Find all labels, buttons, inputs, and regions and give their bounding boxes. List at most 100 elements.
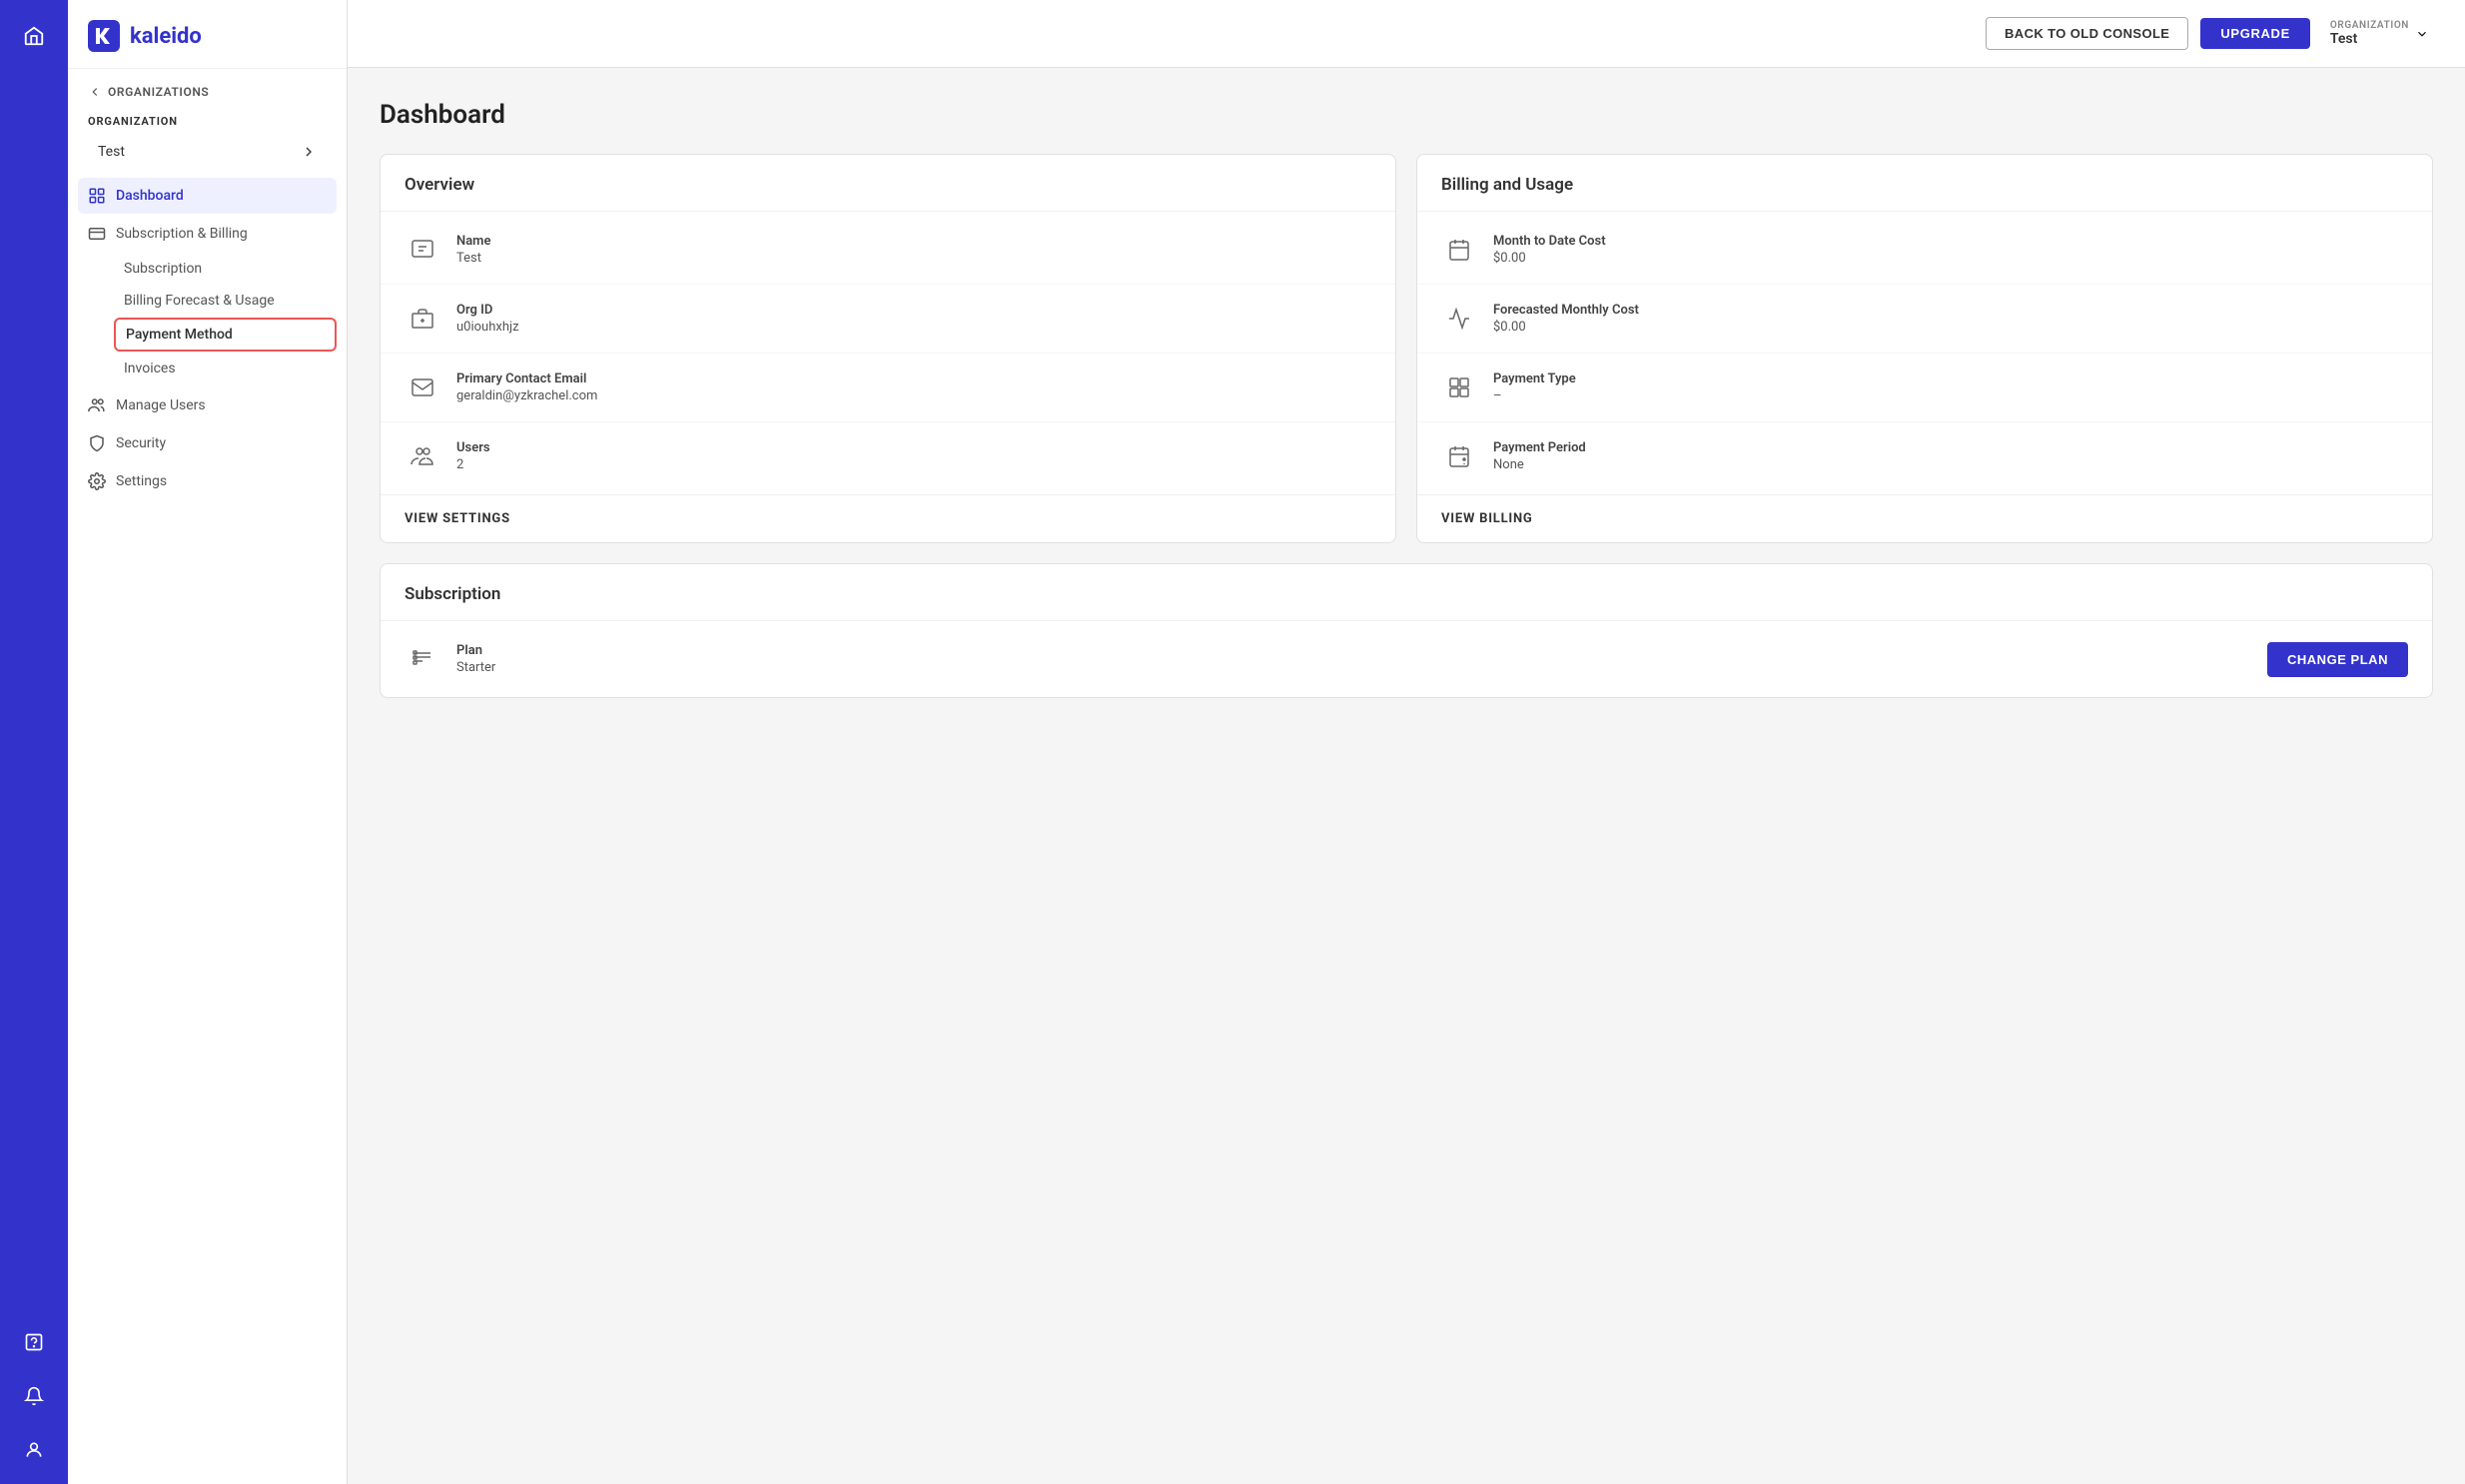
notifications-icon[interactable] [16, 1378, 52, 1414]
overview-card: Overview Name Test [380, 154, 1396, 543]
users-info: Users 2 [456, 440, 490, 472]
users-icon [88, 396, 106, 414]
billing-payment-type-row: Payment Type – [1417, 354, 2432, 422]
forecast-value: $0.00 [1493, 320, 1639, 335]
sidebar: kaleido ORGANIZATIONS ORGANIZATION Test … [68, 0, 348, 1484]
overview-name-row: Name Test [381, 216, 1395, 285]
view-settings-link[interactable]: VIEW SETTINGS [381, 494, 1395, 542]
cards-row-top: Overview Name Test [380, 154, 2433, 543]
overview-email-row: Primary Contact Email geraldin@yzkrachel… [381, 354, 1395, 422]
sidebar-item-security[interactable]: Security [78, 425, 337, 461]
name-icon [405, 232, 440, 268]
overview-card-body: Name Test [381, 212, 1395, 494]
payment-type-label: Payment Type [1493, 371, 1576, 386]
org-selector-name: Test [2330, 31, 2357, 47]
name-label: Name [456, 234, 490, 249]
sidebar-item-payment-method[interactable]: Payment Method [114, 318, 337, 352]
org-dropdown-icon [2415, 27, 2429, 41]
subscription-plan-row: Plan Starter CHANGE PLAN [381, 621, 2432, 697]
billing-card-body: Month to Date Cost $0.00 Forecasted Mont [1417, 212, 2432, 494]
top-bar: BACK TO OLD CONSOLE UPGRADE ORGANIZATION… [348, 0, 2465, 68]
email-info: Primary Contact Email geraldin@yzkrachel… [456, 371, 597, 403]
plan-label: Plan [456, 643, 495, 658]
bottom-icons [16, 1324, 52, 1468]
payment-type-info: Payment Type – [1493, 371, 1576, 403]
payment-period-value: None [1493, 457, 1586, 472]
plan-info: Plan Starter [456, 643, 495, 675]
orgid-value: u0iouhxhjz [456, 320, 519, 335]
settings-icon [88, 472, 106, 490]
name-value: Test [456, 251, 490, 266]
mtd-info: Month to Date Cost $0.00 [1493, 234, 1606, 266]
chevron-left-icon [88, 85, 102, 99]
sidebar-item-dashboard[interactable]: Dashboard [78, 178, 337, 214]
chevron-right-icon [301, 144, 317, 160]
sidebar-item-settings[interactable]: Settings [78, 463, 337, 499]
mtd-value: $0.00 [1493, 251, 1606, 266]
logo-text: kaleido [130, 24, 202, 49]
email-icon [405, 370, 440, 405]
users-label: Users [456, 440, 490, 455]
billing-payment-period-row: Payment Period None [1417, 422, 2432, 490]
plan-value: Starter [456, 660, 495, 675]
overview-card-header: Overview [381, 155, 1395, 212]
org-test-item[interactable]: Test [88, 138, 327, 166]
kaleido-logo-icon [88, 20, 120, 52]
home-icon[interactable] [14, 16, 54, 56]
billing-icon [88, 225, 106, 243]
payment-type-value: – [1493, 388, 1576, 403]
orgid-info: Org ID u0iouhxhjz [456, 303, 519, 335]
payment-period-label: Payment Period [1493, 440, 1586, 455]
calendar-icon [1441, 232, 1477, 268]
shield-icon [88, 434, 106, 452]
org-selector[interactable]: ORGANIZATION Test [2322, 16, 2437, 51]
sidebar-section: ORGANIZATIONS ORGANIZATION Test [68, 69, 347, 174]
billing-card-header: Billing and Usage [1417, 155, 2432, 212]
sidebar-item-billing-forecast[interactable]: Billing Forecast & Usage [114, 286, 337, 316]
users-count-icon [405, 438, 440, 474]
forecast-icon [1441, 301, 1477, 337]
back-to-old-console-button[interactable]: BACK TO OLD CONSOLE [1986, 17, 2188, 50]
dashboard-icon [88, 187, 106, 205]
billing-forecast-row: Forecasted Monthly Cost $0.00 [1417, 285, 2432, 354]
org-selector-info: ORGANIZATION Test [2330, 20, 2409, 47]
change-plan-button[interactable]: CHANGE PLAN [2267, 642, 2408, 677]
orgid-icon [405, 301, 440, 337]
billing-card: Billing and Usage Month to Date Cost $ [1416, 154, 2433, 543]
sidebar-item-invoices[interactable]: Invoices [114, 354, 337, 383]
sidebar-item-manage-users[interactable]: Manage Users [78, 387, 337, 423]
subscription-card: Subscription Plan Starter [380, 563, 2433, 698]
sidebar-logo: kaleido [68, 0, 347, 69]
billing-mtd-row: Month to Date Cost $0.00 [1417, 216, 2432, 285]
plan-icon [405, 641, 440, 677]
sidebar-item-subscription[interactable]: Subscription [114, 254, 337, 284]
nav-list: Dashboard Subscription & Billing Subscri… [68, 174, 347, 505]
payment-period-info: Payment Period None [1493, 440, 1586, 472]
dashboard-area: Dashboard Overview Name [348, 68, 2465, 1484]
user-icon[interactable] [16, 1432, 52, 1468]
view-billing-link[interactable]: VIEW BILLING [1417, 494, 2432, 542]
overview-orgid-row: Org ID u0iouhxhjz [381, 285, 1395, 354]
page-title: Dashboard [380, 100, 2433, 130]
icon-bar [0, 0, 68, 1484]
help-icon[interactable] [16, 1324, 52, 1360]
upgrade-button[interactable]: UPGRADE [2200, 18, 2310, 49]
billing-sub-nav: Subscription Billing Forecast & Usage Pa… [78, 254, 337, 383]
users-value: 2 [456, 457, 490, 472]
overview-users-row: Users 2 [381, 422, 1395, 490]
org-section-label: ORGANIZATION [88, 115, 327, 128]
email-value: geraldin@yzkrachel.com [456, 388, 597, 403]
forecast-label: Forecasted Monthly Cost [1493, 303, 1639, 318]
subscription-card-header: Subscription [381, 564, 2432, 621]
forecast-info: Forecasted Monthly Cost $0.00 [1493, 303, 1639, 335]
back-to-organizations[interactable]: ORGANIZATIONS [88, 85, 327, 99]
email-label: Primary Contact Email [456, 371, 597, 386]
name-info: Name Test [456, 234, 490, 266]
mtd-label: Month to Date Cost [1493, 234, 1606, 249]
payment-type-icon [1441, 370, 1477, 405]
org-selector-label: ORGANIZATION [2330, 20, 2409, 31]
orgid-label: Org ID [456, 303, 519, 318]
payment-period-icon [1441, 438, 1477, 474]
main-content: BACK TO OLD CONSOLE UPGRADE ORGANIZATION… [348, 0, 2465, 1484]
sidebar-item-subscription-billing[interactable]: Subscription & Billing [78, 216, 337, 252]
